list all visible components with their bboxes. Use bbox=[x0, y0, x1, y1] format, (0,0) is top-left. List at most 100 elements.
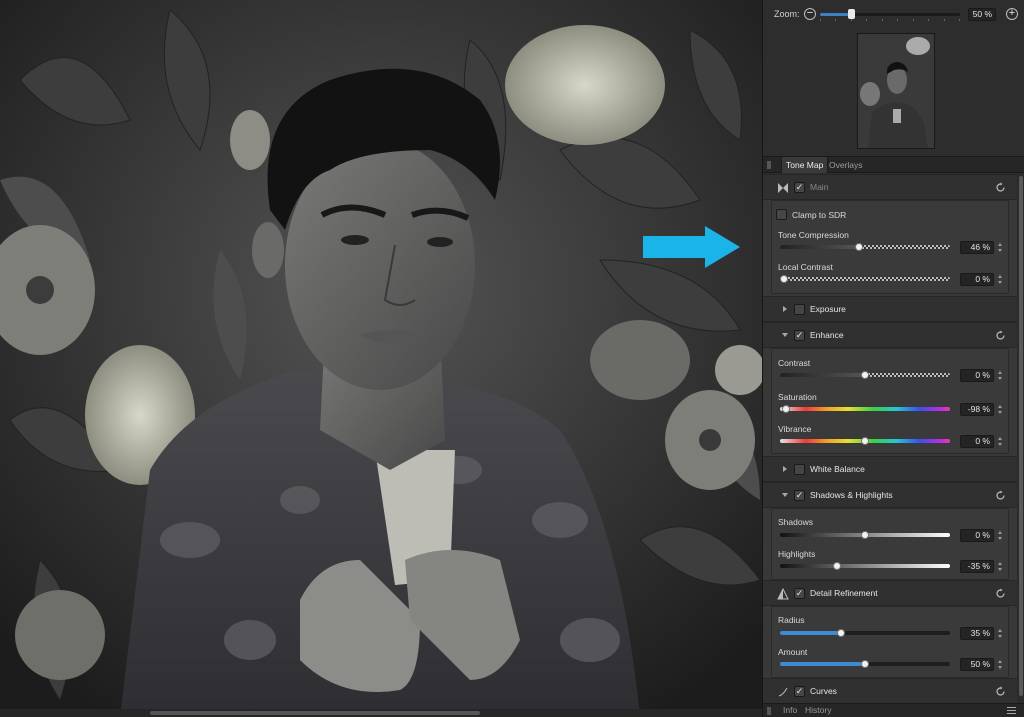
radius-stepper[interactable] bbox=[997, 627, 1004, 640]
section-curves[interactable]: ✓ Curves bbox=[763, 678, 1017, 703]
tone-compression-knob[interactable] bbox=[855, 243, 863, 251]
main-checkbox[interactable]: ✓ bbox=[794, 182, 805, 193]
clamp-label: Clamp to SDR bbox=[792, 210, 847, 220]
photo-canvas[interactable] bbox=[0, 0, 762, 717]
radius-slider[interactable] bbox=[780, 629, 950, 637]
shadows-highlights-checkbox[interactable]: ✓ bbox=[794, 490, 805, 501]
saturation-slider[interactable] bbox=[780, 405, 950, 413]
tone-compression-stepper[interactable] bbox=[997, 241, 1004, 254]
horizontal-scrollbar[interactable] bbox=[0, 709, 762, 717]
chevron-down-icon[interactable] bbox=[782, 333, 788, 337]
reset-icon[interactable] bbox=[995, 182, 1006, 193]
amount-knob[interactable] bbox=[861, 660, 869, 668]
zoom-tick bbox=[944, 19, 945, 21]
shadows-highlights-body: Shadows 0 % Highlights -35 % bbox=[771, 508, 1009, 580]
curves-checkbox[interactable]: ✓ bbox=[794, 686, 805, 697]
chevron-right-icon[interactable] bbox=[783, 306, 787, 312]
vibrance-label: Vibrance bbox=[778, 424, 812, 434]
highlights-stepper[interactable] bbox=[997, 560, 1004, 573]
hamburger-icon[interactable] bbox=[1007, 707, 1016, 714]
enhance-checkbox[interactable]: ✓ bbox=[794, 330, 805, 341]
tone-compression-slider[interactable] bbox=[780, 243, 950, 251]
contrast-knob[interactable] bbox=[861, 371, 869, 379]
tab-tone-map[interactable]: Tone Map bbox=[781, 157, 829, 173]
saturation-label: Saturation bbox=[778, 392, 817, 402]
panel-grip-icon[interactable] bbox=[767, 707, 771, 715]
zoom-slider-knob[interactable] bbox=[848, 9, 855, 19]
tone-compression-value[interactable]: 46 % bbox=[960, 241, 994, 254]
scroll-thumb[interactable] bbox=[150, 711, 480, 715]
section-white-balance[interactable]: White Balance bbox=[763, 456, 1017, 482]
vibrance-slider[interactable] bbox=[780, 437, 950, 445]
tab-overlays[interactable]: Overlays bbox=[825, 157, 867, 173]
curves-icon bbox=[778, 687, 788, 697]
highlights-knob[interactable] bbox=[833, 562, 841, 570]
reset-icon[interactable] bbox=[995, 686, 1006, 697]
tab-info[interactable]: Info bbox=[783, 705, 797, 715]
reset-icon[interactable] bbox=[995, 330, 1006, 341]
studio-tabs: Tone Map Overlays bbox=[763, 156, 1024, 173]
saturation-knob[interactable] bbox=[782, 405, 790, 413]
plus-circle-icon[interactable]: + bbox=[1006, 8, 1018, 20]
highlights-slider[interactable] bbox=[780, 562, 950, 570]
zoom-value[interactable]: 50 % bbox=[968, 8, 996, 21]
main-body: Clamp to SDR Tone Compression 46 % Local… bbox=[771, 200, 1009, 294]
vibrance-knob[interactable] bbox=[861, 437, 869, 445]
chevron-down-icon[interactable] bbox=[782, 493, 788, 497]
chevron-right-icon[interactable] bbox=[783, 466, 787, 472]
amount-fill bbox=[780, 662, 865, 666]
contrast-value[interactable]: 0 % bbox=[960, 369, 994, 382]
zoom-tick bbox=[897, 19, 898, 21]
radius-value[interactable]: 35 % bbox=[960, 627, 994, 640]
exposure-checkbox[interactable] bbox=[794, 304, 805, 315]
clamp-checkbox[interactable] bbox=[776, 209, 787, 220]
amount-stepper[interactable] bbox=[997, 658, 1004, 671]
shadows-label: Shadows bbox=[778, 517, 813, 527]
radius-label: Radius bbox=[778, 615, 805, 625]
section-shadows-highlights[interactable]: ✓ Shadows & Highlights bbox=[763, 482, 1017, 508]
vibrance-stepper[interactable] bbox=[997, 435, 1004, 448]
shadows-slider[interactable] bbox=[780, 531, 950, 539]
saturation-stepper[interactable] bbox=[997, 403, 1004, 416]
local-contrast-knob[interactable] bbox=[780, 275, 788, 283]
amount-value[interactable]: 50 % bbox=[960, 658, 994, 671]
bottom-tabs: Info History bbox=[763, 703, 1024, 717]
local-contrast-stepper[interactable] bbox=[997, 273, 1004, 286]
local-contrast-label: Local Contrast bbox=[778, 262, 833, 272]
minus-circle-icon[interactable]: − bbox=[804, 8, 816, 20]
navigator-thumbnail[interactable] bbox=[857, 33, 935, 149]
detail-refinement-body: Radius 35 % Amount 50 % bbox=[771, 606, 1009, 678]
radius-knob[interactable] bbox=[837, 629, 845, 637]
zoom-tick bbox=[959, 19, 960, 21]
zoom-slider[interactable] bbox=[820, 9, 960, 19]
detail-refinement-title: Detail Refinement bbox=[810, 588, 878, 598]
vertical-scrollbar[interactable] bbox=[1017, 174, 1024, 703]
vibrance-value[interactable]: 0 % bbox=[960, 435, 994, 448]
triangle-icon bbox=[777, 588, 789, 600]
contrast-slider[interactable] bbox=[780, 371, 950, 379]
shadows-knob[interactable] bbox=[861, 531, 869, 539]
local-contrast-value[interactable]: 0 % bbox=[960, 273, 994, 286]
contrast-stepper[interactable] bbox=[997, 369, 1004, 382]
section-exposure[interactable]: Exposure bbox=[763, 296, 1017, 322]
section-enhance[interactable]: ✓ Enhance bbox=[763, 322, 1017, 348]
panel-grip-icon[interactable] bbox=[767, 161, 771, 169]
scroll-thumb[interactable] bbox=[1019, 176, 1023, 696]
shadows-stepper[interactable] bbox=[997, 529, 1004, 542]
section-main[interactable]: ✓ Main bbox=[763, 174, 1017, 200]
reset-icon[interactable] bbox=[995, 490, 1006, 501]
white-balance-checkbox[interactable] bbox=[794, 464, 805, 475]
detail-refinement-checkbox[interactable]: ✓ bbox=[794, 588, 805, 599]
highlights-label: Highlights bbox=[778, 549, 816, 559]
tab-history[interactable]: History bbox=[805, 705, 831, 715]
local-contrast-slider[interactable] bbox=[780, 275, 950, 283]
section-detail-refinement[interactable]: ✓ Detail Refinement bbox=[763, 580, 1017, 606]
zoom-tick bbox=[928, 19, 929, 21]
shadows-value[interactable]: 0 % bbox=[960, 529, 994, 542]
reset-icon[interactable] bbox=[995, 588, 1006, 599]
white-balance-title: White Balance bbox=[810, 464, 865, 474]
highlights-value[interactable]: -35 % bbox=[960, 560, 994, 573]
zoom-tick bbox=[882, 19, 883, 21]
saturation-value[interactable]: -98 % bbox=[960, 403, 994, 416]
amount-slider[interactable] bbox=[780, 660, 950, 668]
